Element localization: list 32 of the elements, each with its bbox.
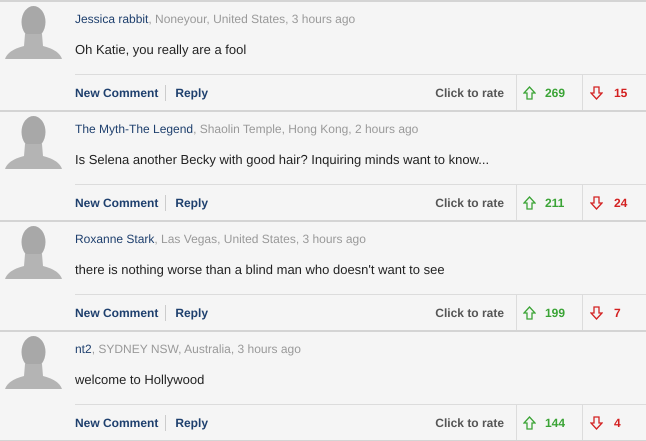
arrow-up-icon bbox=[523, 306, 536, 320]
comment-meta: The Myth-The Legend, Shaolin Temple, Hong Kong, 2 hours ago bbox=[75, 122, 418, 136]
downvote-button[interactable]: 7 bbox=[582, 295, 646, 330]
arrow-up-icon bbox=[523, 86, 536, 100]
comment-text: there is nothing worse than a blind man who doesn't want to see bbox=[75, 262, 446, 278]
comment-text: Oh Katie, you really are a fool bbox=[75, 42, 248, 58]
arrow-up-icon bbox=[523, 416, 536, 430]
reply-link[interactable]: Reply bbox=[166, 414, 208, 432]
arrow-down-icon bbox=[590, 306, 603, 320]
new-comment-link[interactable]: New Comment bbox=[75, 414, 166, 432]
comment-meta: Jessica rabbit, Noneyour, United States, 3 hours ago bbox=[75, 12, 356, 26]
arrow-down-icon bbox=[590, 196, 603, 210]
new-comment-link[interactable]: New Comment bbox=[75, 304, 166, 322]
downvote-button[interactable]: 15 bbox=[582, 75, 646, 110]
comment-text: welcome to Hollywood bbox=[75, 372, 206, 388]
comment-meta: nt2, SYDNEY NSW, Australia, 3 hours ago bbox=[75, 342, 301, 356]
downvote-button[interactable]: 4 bbox=[582, 405, 646, 440]
arrow-up-icon bbox=[523, 196, 536, 210]
comment-text: Is Selena another Becky with good hair? Inquiring minds want to know... bbox=[75, 152, 490, 168]
rate-label: Click to rate bbox=[435, 414, 504, 432]
rate-label: Click to rate bbox=[435, 194, 504, 212]
arrow-down-icon bbox=[590, 416, 603, 430]
reply-link[interactable]: Reply bbox=[166, 84, 208, 102]
new-comment-link[interactable]: New Comment bbox=[75, 194, 166, 212]
downvote-button[interactable]: 24 bbox=[582, 185, 646, 220]
rate-label: Click to rate bbox=[435, 84, 504, 102]
reply-link[interactable]: Reply bbox=[166, 304, 208, 322]
rate-label: Click to rate bbox=[435, 304, 504, 322]
reply-link[interactable]: Reply bbox=[166, 194, 208, 212]
arrow-down-icon bbox=[590, 86, 603, 100]
comment-meta: Roxanne Stark, Las Vegas, United States, 3 hours ago bbox=[75, 232, 366, 246]
new-comment-link[interactable]: New Comment bbox=[75, 84, 166, 102]
